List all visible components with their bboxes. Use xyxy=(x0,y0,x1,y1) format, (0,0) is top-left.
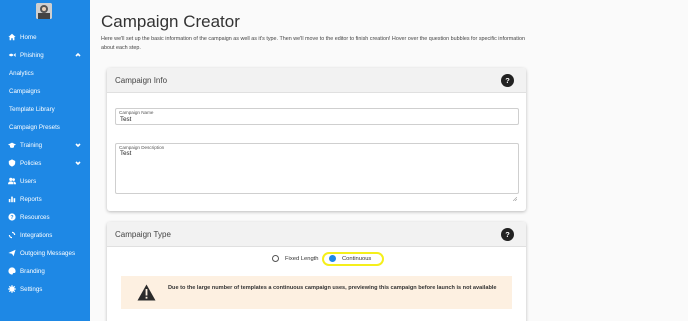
chevron-down-icon xyxy=(75,160,81,166)
sidebar-item-label: Policies xyxy=(20,159,42,167)
sidebar-item-label: Analytics xyxy=(9,69,34,77)
avatar[interactable] xyxy=(36,3,52,19)
campaign-name-value: Test xyxy=(120,116,132,123)
campaign-name-field[interactable]: Campaign Name Test xyxy=(115,108,519,125)
sidebar-item-label: Campaigns xyxy=(9,87,41,95)
sidebar-item-home[interactable]: Home xyxy=(0,28,90,46)
sidebar-item-template-library[interactable]: Template Library xyxy=(0,100,90,118)
chevron-up-icon xyxy=(75,52,81,58)
sidebar-item-label: Integrations xyxy=(20,231,53,239)
campaign-info-header: Campaign Info ? xyxy=(107,68,526,93)
sidebar-item-campaigns[interactable]: Campaigns xyxy=(0,82,90,100)
radio-fixed-length[interactable]: Fixed Length xyxy=(272,255,319,262)
card-title: Campaign Info xyxy=(115,75,168,85)
campaign-type-header: Campaign Type ? xyxy=(107,222,526,247)
paper-plane-icon xyxy=(7,249,16,258)
radio-unchecked-icon xyxy=(272,255,279,262)
sidebar-item-label: Branding xyxy=(20,267,45,275)
sidebar-item-campaign-presets[interactable]: Campaign Presets xyxy=(0,118,90,136)
sidebar-item-users[interactable]: Users xyxy=(0,172,90,190)
sidebar-item-reports[interactable]: Reports xyxy=(0,190,90,208)
question-circle-icon: ? xyxy=(7,213,16,222)
fish-icon xyxy=(7,51,16,60)
users-icon xyxy=(7,177,16,186)
sidebar-item-label: Reports xyxy=(20,195,42,203)
sidebar-item-label: Resources xyxy=(20,213,50,221)
sidebar-item-label: Campaign Presets xyxy=(9,123,60,131)
selection-highlight xyxy=(322,252,384,266)
chevron-down-icon xyxy=(75,142,81,148)
page-title: Campaign Creator xyxy=(101,12,240,31)
help-icon[interactable]: ? xyxy=(501,228,514,241)
sidebar-item-label: Outgoing Messages xyxy=(20,249,76,257)
sidebar: Home Phishing Analytics Campaigns Templa… xyxy=(0,0,90,321)
sidebar-item-label: Phishing xyxy=(20,51,44,59)
warning-icon xyxy=(137,284,156,301)
campaign-name-label: Campaign Name xyxy=(119,110,154,115)
sidebar-item-phishing[interactable]: Phishing xyxy=(0,46,90,64)
sidebar-item-label: Training xyxy=(20,141,43,149)
graduation-cap-icon xyxy=(7,141,16,150)
gear-icon xyxy=(7,285,16,294)
sidebar-nav: Home Phishing Analytics Campaigns Templa… xyxy=(0,28,90,298)
policies-icon xyxy=(7,159,16,168)
sidebar-item-analytics[interactable]: Analytics xyxy=(0,64,90,82)
page-intro: Here we'll set up the basic information … xyxy=(101,36,525,51)
help-icon[interactable]: ? xyxy=(501,74,514,87)
campaign-description-value: Test xyxy=(120,150,132,157)
svg-text:?: ? xyxy=(10,215,13,221)
sidebar-item-label: Home xyxy=(20,33,37,41)
palette-icon xyxy=(7,267,16,276)
sidebar-item-label: Settings xyxy=(20,285,43,293)
sidebar-item-training[interactable]: Training xyxy=(0,136,90,154)
radio-label: Fixed Length xyxy=(285,255,319,262)
sidebar-item-resources[interactable]: ? Resources xyxy=(0,208,90,226)
sidebar-item-policies[interactable]: Policies xyxy=(0,154,90,172)
resize-handle-icon[interactable] xyxy=(512,188,518,202)
sidebar-item-label: Users xyxy=(20,177,37,185)
warning-text: Due to the large number of templates a c… xyxy=(168,285,497,291)
sidebar-item-integrations[interactable]: Integrations xyxy=(0,226,90,244)
campaign-info-card: Campaign Info ? Campaign Name Test Campa… xyxy=(107,68,526,211)
sidebar-item-settings[interactable]: Settings xyxy=(0,280,90,298)
campaign-description-field[interactable]: Campaign Description Test xyxy=(115,143,519,202)
campaign-type-options: Fixed Length Continuous xyxy=(107,253,526,267)
sidebar-item-outgoing-messages[interactable]: Outgoing Messages xyxy=(0,244,90,262)
sidebar-item-branding[interactable]: Branding xyxy=(0,262,90,280)
reports-icon xyxy=(7,195,16,204)
card-title: Campaign Type xyxy=(115,229,171,239)
sync-icon xyxy=(7,231,16,240)
sidebar-item-label: Template Library xyxy=(9,105,55,113)
home-icon xyxy=(7,33,16,42)
continuous-warning: Due to the large number of templates a c… xyxy=(121,276,512,309)
